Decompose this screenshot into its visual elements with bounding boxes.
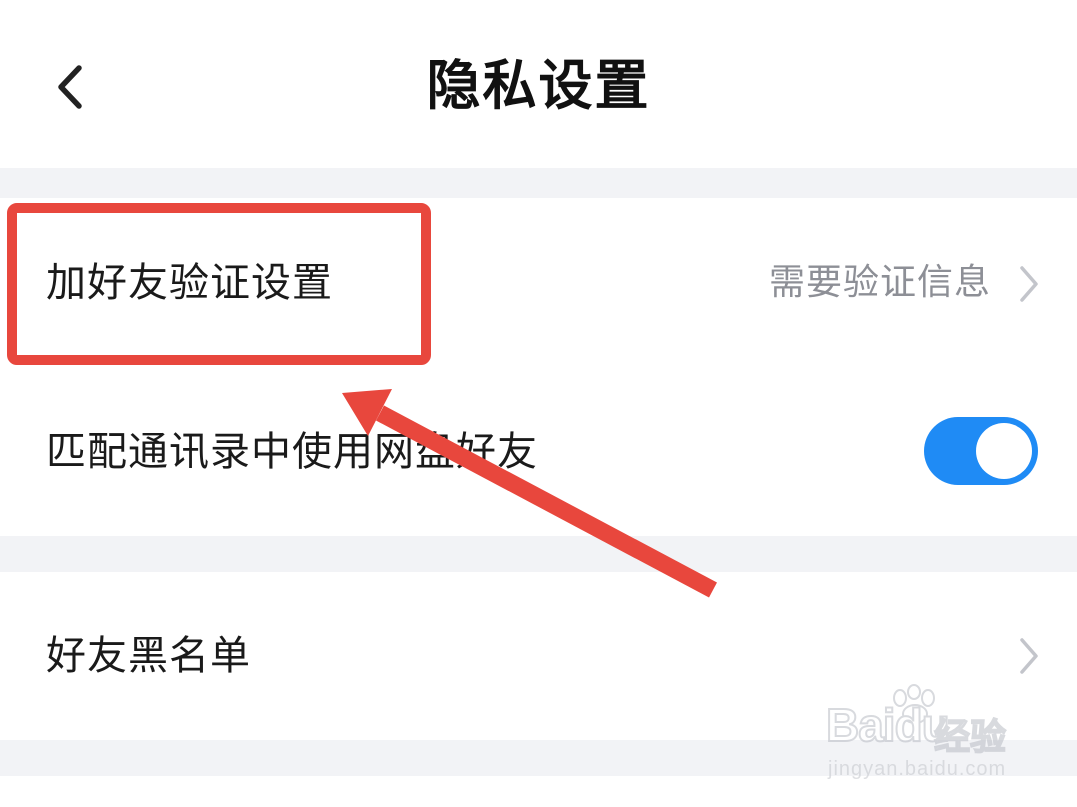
friend-verification-label: 加好友验证设置: [46, 260, 333, 306]
blacklist-label: 好友黑名单: [46, 633, 251, 679]
match-contacts-toggle[interactable]: [924, 417, 1038, 485]
section-divider: [0, 536, 1077, 572]
next-row-partial: [0, 776, 1077, 807]
chevron-right-icon: [1020, 638, 1038, 674]
toggle-knob: [976, 423, 1032, 479]
friend-verification-value: 需要验证信息: [768, 262, 991, 303]
section-divider: [0, 168, 1077, 198]
match-contacts-row: 匹配通讯录中使用网盘好友: [0, 370, 1077, 536]
blacklist-row[interactable]: 好友黑名单: [0, 572, 1077, 740]
header-bar: 隐私设置: [0, 0, 1077, 168]
friend-verification-row[interactable]: 加好友验证设置 需要验证信息: [0, 198, 1077, 370]
privacy-settings-screen: 隐私设置 加好友验证设置 需要验证信息 匹配通讯录中使用网盘好友 好友黑名单 B…: [0, 0, 1077, 807]
page-title: 隐私设置: [426, 54, 651, 117]
match-contacts-label: 匹配通讯录中使用网盘好友: [46, 429, 538, 475]
section-divider: [0, 740, 1077, 776]
chevron-right-icon: [1020, 266, 1038, 302]
